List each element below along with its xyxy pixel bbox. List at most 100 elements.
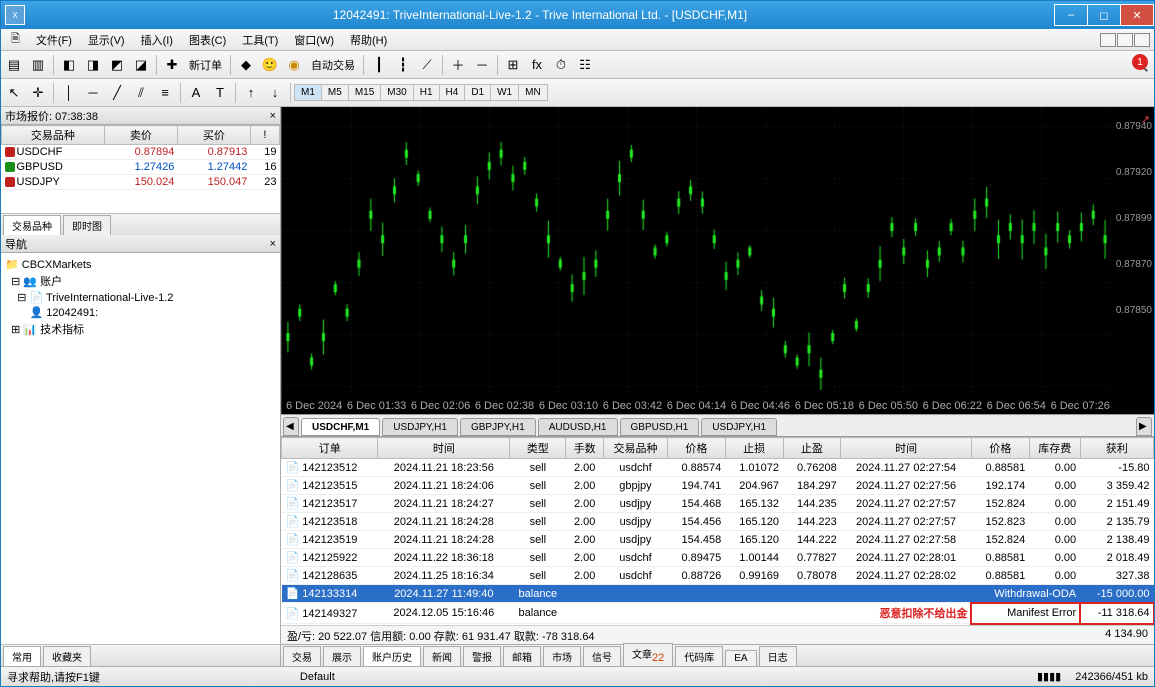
tf-D1[interactable]: D1	[464, 84, 491, 101]
line-icon[interactable]: ⟋	[416, 54, 438, 76]
zoom-out-icon[interactable]: －	[471, 54, 493, 76]
metaquotes-icon[interactable]: ◆	[235, 54, 257, 76]
menu-item[interactable]: 窗口(W)	[286, 30, 342, 50]
mw-tab[interactable]: 即时图	[63, 215, 111, 235]
price-chart[interactable]: ✕110网 ✕110网 ▼ USDCHF,M1 0.87902 0.87902 …	[281, 107, 1154, 414]
trendline-icon[interactable]: ╱	[106, 82, 128, 104]
order-row[interactable]: 📄 1421333142024.11.27 11:49:40balanceWit…	[282, 585, 1154, 603]
order-col[interactable]: 价格	[971, 438, 1029, 459]
order-col[interactable]: 止盈	[783, 438, 841, 459]
nav-tab[interactable]: 收藏夹	[43, 646, 91, 666]
order-col[interactable]: 价格	[668, 438, 726, 459]
bars-icon[interactable]: ┃	[368, 54, 390, 76]
mw-row[interactable]: USDCHF0.878940.8791319	[2, 145, 280, 160]
mw-col[interactable]: 卖价	[104, 126, 177, 145]
chart-tab[interactable]: GBPJPY,H1	[460, 418, 536, 436]
order-row[interactable]: 📄 1421235172024.11.21 18:24:27sell2.00us…	[282, 495, 1154, 513]
signals-icon[interactable]: ◉	[283, 54, 305, 76]
bottom-tab[interactable]: 账户历史	[363, 646, 421, 666]
vline-icon[interactable]: │	[58, 82, 80, 104]
arrow-up-icon[interactable]: ↑	[240, 82, 262, 104]
new-order-icon[interactable]: ✚	[161, 54, 183, 76]
nav-tab[interactable]: 常用	[3, 646, 41, 666]
mw-col[interactable]: !	[250, 126, 279, 145]
order-row[interactable]: 📄 1421235122024.11.21 18:23:56sell2.00us…	[282, 459, 1154, 477]
mw-tab[interactable]: 交易品种	[3, 215, 61, 235]
order-row[interactable]: 📄 1421286352024.11.25 18:16:34sell2.00us…	[282, 567, 1154, 585]
bottom-tab[interactable]: 信号	[583, 646, 621, 666]
chart-tab[interactable]: GBPUSD,H1	[620, 418, 700, 436]
autotrade-button[interactable]: 自动交易	[307, 57, 359, 73]
order-row[interactable]: 📄 1421235182024.11.21 18:24:28sell2.00us…	[282, 513, 1154, 531]
order-col[interactable]: 时间	[378, 438, 510, 459]
bottom-tab[interactable]: 交易	[283, 646, 321, 666]
bottom-tab[interactable]: 市场	[543, 646, 581, 666]
label-icon[interactable]: T	[209, 82, 231, 104]
order-col[interactable]: 交易品种	[603, 438, 667, 459]
market-watch-icon[interactable]: ◧	[58, 54, 80, 76]
bottom-tab[interactable]: 新闻	[423, 646, 461, 666]
indicators-icon[interactable]: fx	[526, 54, 548, 76]
tf-M1[interactable]: M1	[294, 84, 322, 101]
templates-icon[interactable]: ☷	[574, 54, 596, 76]
bottom-tab[interactable]: 日志	[759, 646, 797, 666]
crosshair-icon[interactable]: ✛	[27, 82, 49, 104]
market-watch-close-icon[interactable]: ×	[270, 110, 276, 122]
navigator-close-icon[interactable]: ×	[270, 238, 276, 250]
order-row[interactable]: 📄 1421259222024.11.22 18:36:18sell2.00us…	[282, 549, 1154, 567]
nav-item[interactable]: 📁 CBCXMarkets	[5, 257, 276, 272]
order-col[interactable]: 手数	[566, 438, 603, 459]
menu-item[interactable]: 帮助(H)	[342, 30, 395, 50]
menu-item[interactable]: 文件(F)	[28, 30, 80, 50]
arrow-down-icon[interactable]: ↓	[264, 82, 286, 104]
tf-M15[interactable]: M15	[348, 84, 381, 101]
chart-tab-next-icon[interactable]: ▶	[1136, 417, 1152, 436]
new-chart-icon[interactable]: ▤	[3, 54, 25, 76]
new-order-button[interactable]: 新订单	[185, 57, 226, 73]
mdi-max[interactable]	[1117, 33, 1133, 47]
bottom-tab[interactable]: 代码库	[675, 646, 723, 666]
alert-badge[interactable]: 1	[1132, 54, 1148, 70]
chart-tab-prev-icon[interactable]: ◀	[283, 417, 299, 436]
profiles-icon[interactable]: ▥	[27, 54, 49, 76]
order-col[interactable]: 订单	[282, 438, 378, 459]
channel-icon[interactable]: ⫽	[130, 82, 152, 104]
expert-icon[interactable]: 🙂	[259, 54, 281, 76]
bottom-tab[interactable]: 邮箱	[503, 646, 541, 666]
order-row[interactable]: 📄 1421235192024.11.21 18:24:28sell2.00us…	[282, 531, 1154, 549]
nav-item[interactable]: ⊞ 📊 技术指标	[5, 320, 276, 338]
nav-item[interactable]: ⊟ 👥 账户	[5, 272, 276, 290]
app-menu-icon[interactable]: 🗎	[3, 28, 28, 51]
chart-tab[interactable]: USDJPY,H1	[382, 418, 458, 436]
order-col[interactable]: 时间	[841, 438, 972, 459]
nav-item[interactable]: ⊟ 📄 TriveInternational-Live-1.2	[5, 290, 276, 305]
mw-row[interactable]: USDJPY150.024150.04723	[2, 175, 280, 190]
maximize-button[interactable]	[1087, 4, 1121, 26]
navigator-icon[interactable]: ◨	[82, 54, 104, 76]
tf-H4[interactable]: H4	[439, 84, 466, 101]
navigator-tree[interactable]: 📁 CBCXMarkets ⊟ 👥 账户 ⊟ 📄 TriveInternatio…	[1, 253, 280, 644]
mw-col[interactable]: 交易品种	[2, 126, 105, 145]
menu-item[interactable]: 图表(C)	[181, 30, 234, 50]
nav-item[interactable]: 👤 12042491:	[5, 305, 276, 320]
order-col[interactable]: 止损	[725, 438, 783, 459]
bottom-tab[interactable]: 警报	[463, 646, 501, 666]
minimize-button[interactable]	[1054, 4, 1088, 26]
close-button[interactable]	[1120, 4, 1154, 26]
mw-row[interactable]: GBPUSD1.274261.2744216	[2, 160, 280, 175]
bottom-tab[interactable]: EA	[725, 650, 756, 666]
order-col[interactable]: 库存费	[1029, 438, 1080, 459]
menu-item[interactable]: 工具(T)	[234, 30, 286, 50]
zoom-in-icon[interactable]: ＋	[447, 54, 469, 76]
order-row[interactable]: 📄 1421493272024.12.05 15:16:46balance恶意扣…	[282, 603, 1154, 624]
tile-icon[interactable]: ⊞	[502, 54, 524, 76]
mdi-min[interactable]	[1100, 33, 1116, 47]
text-icon[interactable]: A	[185, 82, 207, 104]
mw-col[interactable]: 买价	[177, 126, 250, 145]
chart-tab[interactable]: AUDUSD,H1	[538, 418, 618, 436]
tester-icon[interactable]: ◪	[130, 54, 152, 76]
tf-W1[interactable]: W1	[490, 84, 519, 101]
menu-item[interactable]: 插入(I)	[133, 30, 181, 50]
orders-table[interactable]: 订单时间类型手数交易品种价格止损止盈时间价格库存费获利📄 14212351220…	[281, 437, 1154, 625]
cursor-icon[interactable]: ↖	[3, 82, 25, 104]
